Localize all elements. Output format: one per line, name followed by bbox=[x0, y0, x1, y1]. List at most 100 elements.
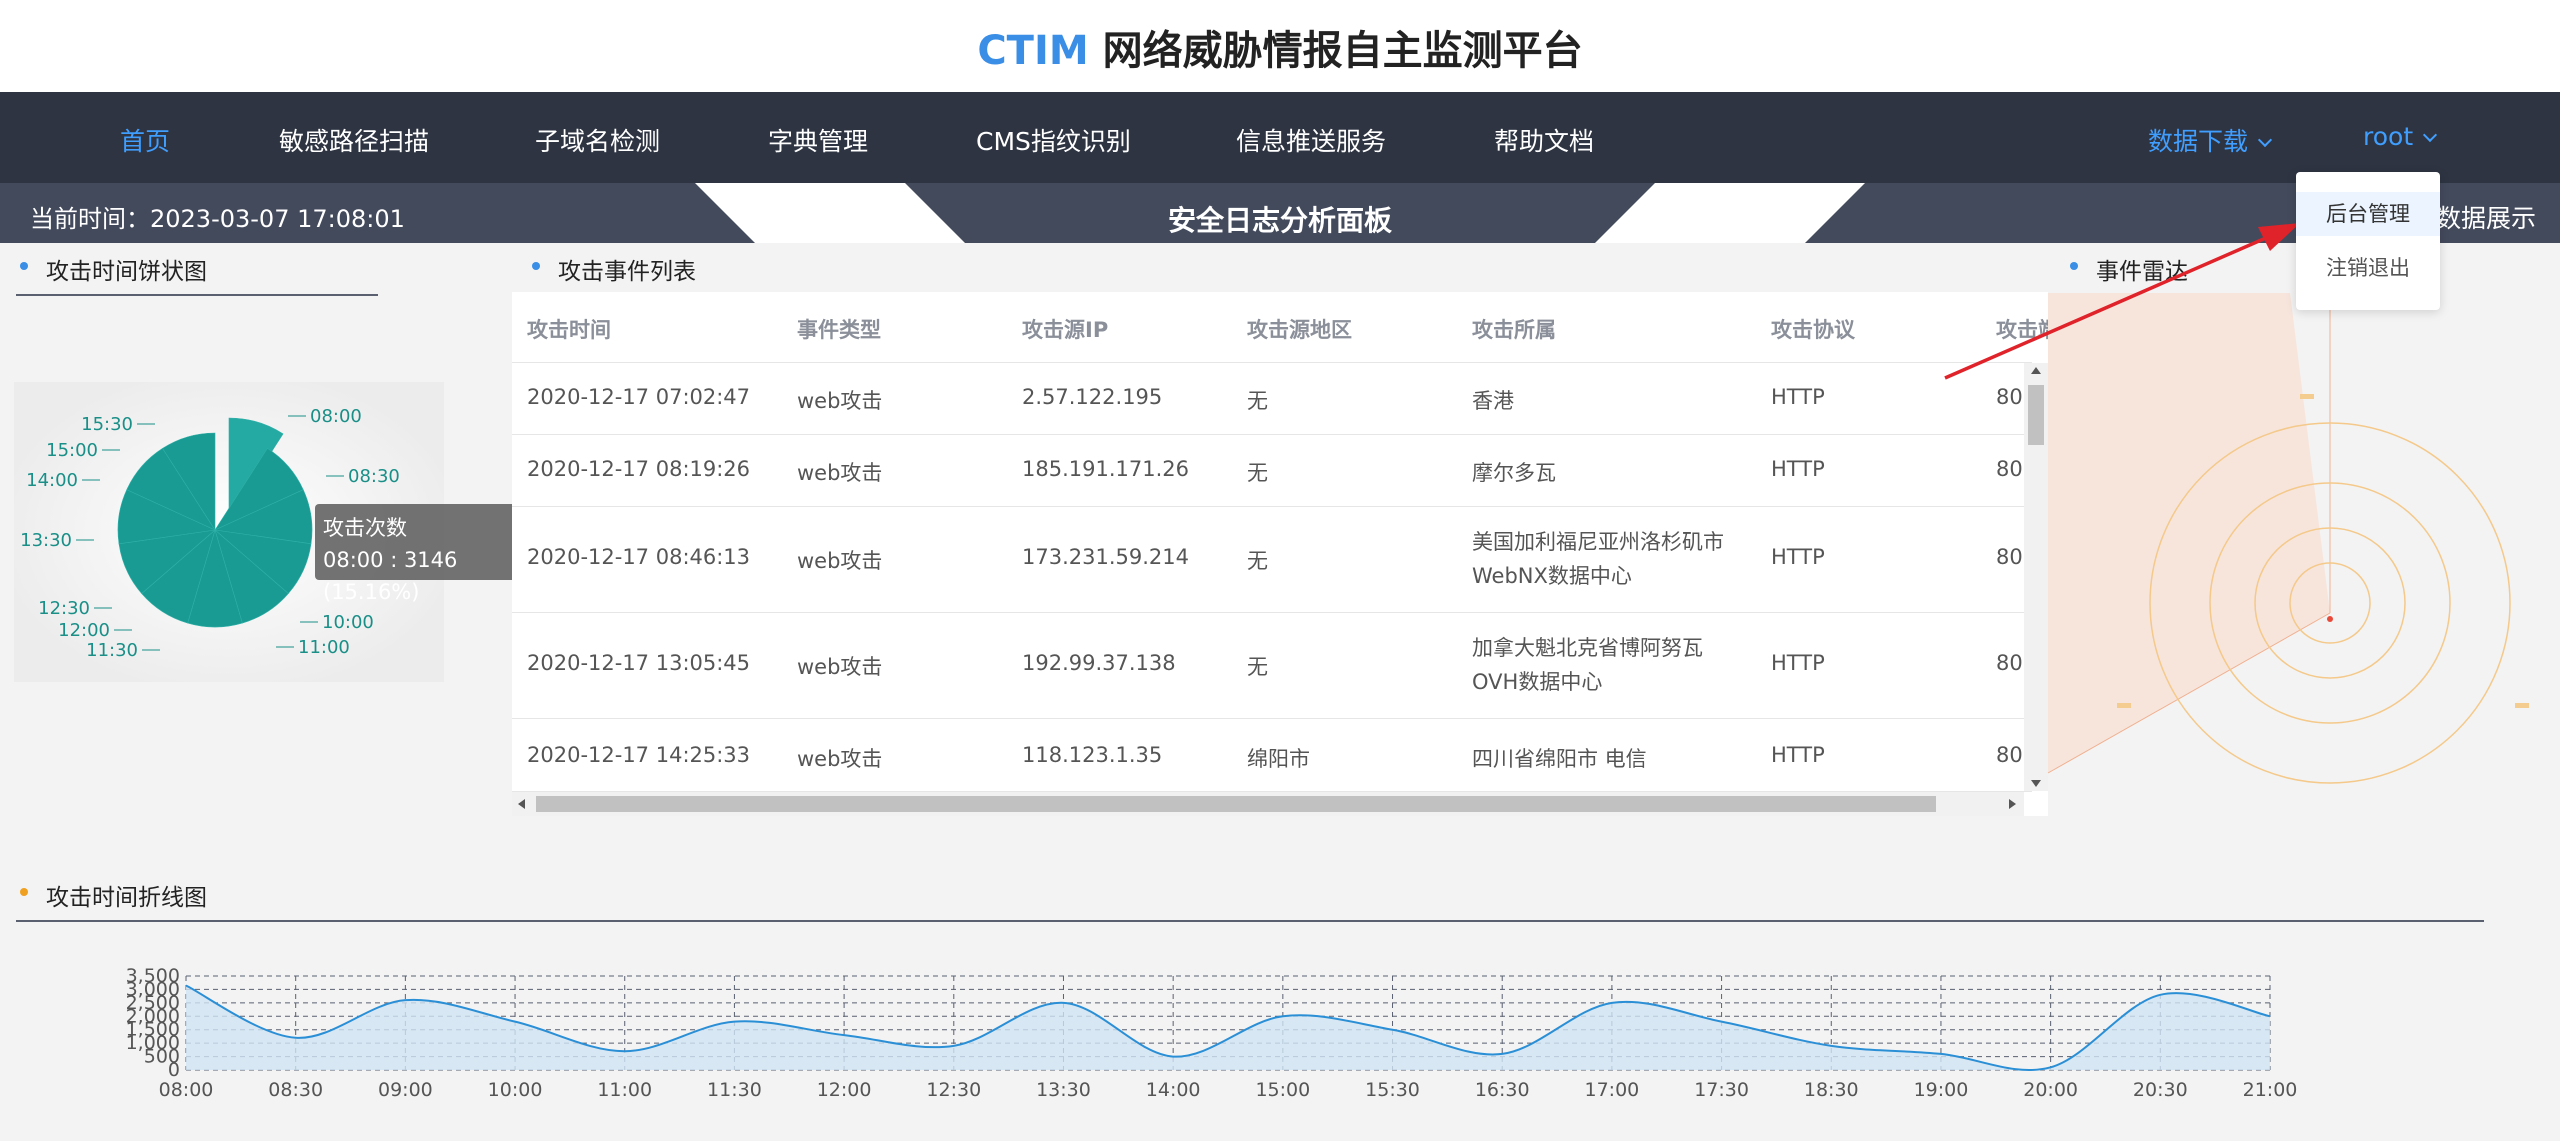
table-horizontal-scrollbar[interactable] bbox=[512, 792, 2024, 816]
table-row[interactable]: 2020-12-17 08:19:26 web攻击 185.191.171.26… bbox=[512, 435, 2032, 507]
col-header[interactable]: 攻击协议 bbox=[1771, 314, 1855, 344]
x-axis-ticks: 08:00 08:30 09:00 10:00 11:00 11:30 12:00 12:30… bbox=[159, 1079, 2298, 1101]
x-tick-label: 12:00 bbox=[817, 1079, 872, 1101]
bullet-dot bbox=[2070, 262, 2078, 270]
x-tick-label: 12:30 bbox=[926, 1079, 981, 1101]
line-chart: 3,5003,0002,5002,0001,5001,0005000 08:00… bbox=[126, 965, 2298, 1101]
cell: HTTP bbox=[1771, 545, 1825, 569]
cell: 2.57.122.195 bbox=[1022, 385, 1163, 409]
cell: 无 bbox=[1247, 549, 1268, 573]
pie-title-text: 攻击时间饼状图 bbox=[46, 259, 207, 285]
table-section-title: 攻击事件列表 bbox=[528, 252, 1746, 296]
bullet-dot bbox=[20, 262, 28, 270]
data-display-label[interactable]: 数据展示 bbox=[2436, 199, 2536, 235]
table-row[interactable]: 2020-12-17 08:46:13 web攻击 173.231.59.214… bbox=[512, 507, 2032, 613]
x-tick-label: 14:00 bbox=[1146, 1079, 1201, 1101]
col-header[interactable]: 事件类型 bbox=[797, 314, 881, 344]
nav-item-path-scan[interactable]: 敏感路径扫描 bbox=[279, 122, 429, 158]
cell: HTTP bbox=[1771, 651, 1825, 675]
x-tick-label: 08:00 bbox=[159, 1079, 214, 1101]
x-tick-label: 15:00 bbox=[1255, 1079, 1310, 1101]
x-tick-label: 17:30 bbox=[1694, 1079, 1749, 1101]
pie-label: 15:00 bbox=[46, 440, 98, 461]
table-header: 攻击时间 事件类型 攻击源IP 攻击源地区 攻击所属 攻击协议 攻击端 bbox=[512, 292, 2048, 363]
col-header[interactable]: 攻击时间 bbox=[527, 314, 611, 344]
panel-title: 安全日志分析面板 bbox=[1167, 204, 1392, 237]
pie-label: 12:00 bbox=[58, 620, 110, 641]
pie-section-title: 攻击时间饼状图 bbox=[16, 252, 378, 296]
cell: 四川省绵阳市 电信 bbox=[1472, 747, 1647, 771]
scroll-thumb[interactable] bbox=[536, 796, 1936, 812]
col-header[interactable]: 攻击源IP bbox=[1022, 314, 1108, 344]
bullet-dot bbox=[532, 262, 540, 270]
cell: web攻击 bbox=[797, 461, 883, 485]
x-tick-label: 21:00 bbox=[2243, 1079, 2298, 1101]
radar-center-dot bbox=[2327, 616, 2333, 622]
radar-blip bbox=[2117, 703, 2131, 708]
cell: 无 bbox=[1247, 389, 1268, 413]
col-header[interactable]: 攻击源地区 bbox=[1247, 314, 1352, 344]
sub-header: 当前时间：2023-03-07 17:08:01 安全日志分析面板 数据展示 bbox=[0, 183, 2560, 243]
tooltip-value: 08:00 : 3146 (15.16%) bbox=[323, 548, 458, 604]
x-tick-label: 08:30 bbox=[268, 1079, 323, 1101]
line-section-title: 攻击时间折线图 bbox=[16, 878, 2484, 922]
cell: 173.231.59.214 bbox=[1022, 545, 1189, 569]
cell: HTTP bbox=[1771, 457, 1825, 481]
cell: HTTP bbox=[1771, 385, 1825, 409]
cell: web攻击 bbox=[797, 655, 883, 679]
user-dropdown-menu: 后台管理 注销退出 bbox=[2296, 172, 2440, 310]
cell: 185.191.171.26 bbox=[1022, 457, 1189, 481]
menu-item-logout[interactable]: 注销退出 bbox=[2296, 246, 2440, 290]
x-tick-label: 20:30 bbox=[2133, 1079, 2188, 1101]
x-tick-label: 11:00 bbox=[597, 1079, 652, 1101]
page-title: CTIM 网络威胁情报自主监测平台 bbox=[0, 18, 2560, 76]
chevron-down-icon bbox=[2423, 127, 2438, 143]
title-bar: CTIM 网络威胁情报自主监测平台 bbox=[0, 0, 2560, 92]
cell: 美国加利福尼亚州洛杉矶市WebNX数据中心 bbox=[1472, 530, 1724, 588]
tooltip-title: 攻击次数 bbox=[323, 516, 407, 540]
nav-item-subdomain[interactable]: 子域名检测 bbox=[535, 122, 660, 158]
cell: 加拿大魁北克省博阿努瓦OVH数据中心 bbox=[1472, 636, 1703, 694]
pie-label: 10:00 bbox=[322, 612, 374, 633]
event-radar bbox=[2047, 293, 2529, 784]
cell: web攻击 bbox=[797, 747, 883, 771]
nav-item-cms[interactable]: CMS指纹识别 bbox=[976, 122, 1131, 158]
nav-item-push[interactable]: 信息推送服务 bbox=[1236, 122, 1386, 158]
x-tick-label: 17:00 bbox=[1585, 1079, 1640, 1101]
cell: 摩尔多瓦 bbox=[1472, 461, 1556, 485]
table-row[interactable]: 2020-12-17 13:05:45 web攻击 192.99.37.138 … bbox=[512, 613, 2032, 719]
user-label: root bbox=[2363, 122, 2414, 151]
pie-label: 11:00 bbox=[298, 637, 350, 658]
radar-blip bbox=[2300, 394, 2314, 399]
radar-sweep bbox=[2048, 293, 2330, 773]
table-row[interactable]: 2020-12-17 07:02:47 web攻击 2.57.122.195 无… bbox=[512, 363, 2032, 435]
cell: web攻击 bbox=[797, 549, 883, 573]
pie-label: 15:30 bbox=[81, 414, 133, 435]
cell: 2020-12-17 13:05:45 bbox=[527, 651, 751, 675]
download-label: 数据下载 bbox=[2148, 127, 2249, 156]
user-menu[interactable]: root bbox=[2363, 122, 2438, 151]
nav-item-dictionary[interactable]: 字典管理 bbox=[768, 122, 868, 158]
line-series bbox=[185, 984, 2271, 1072]
y-axis-ticks: 3,5003,0002,5002,0001,5001,0005000 bbox=[126, 965, 180, 1081]
pie-label: 08:30 bbox=[348, 466, 400, 487]
cell: 2020-12-17 08:19:26 bbox=[527, 457, 751, 481]
x-tick-label: 11:30 bbox=[707, 1079, 762, 1101]
download-menu[interactable]: 数据下载 bbox=[2148, 122, 2273, 158]
chevron-down-icon bbox=[2257, 132, 2273, 148]
x-tick-label: 10:00 bbox=[488, 1079, 543, 1101]
cell: 香港 bbox=[1472, 389, 1514, 413]
nav-item-home[interactable]: 首页 bbox=[120, 122, 170, 158]
x-tick-label: 20:00 bbox=[2023, 1079, 2078, 1101]
cell: 192.99.37.138 bbox=[1022, 651, 1176, 675]
pie-label: 12:30 bbox=[38, 598, 90, 619]
table-row[interactable]: 2020-12-17 14:25:33 web攻击 118.123.1.35 绵… bbox=[512, 719, 2032, 792]
line-title-text: 攻击时间折线图 bbox=[46, 885, 207, 911]
cell: 无 bbox=[1247, 655, 1268, 679]
scroll-left-icon[interactable] bbox=[518, 799, 525, 809]
nav-item-help[interactable]: 帮助文档 bbox=[1494, 122, 1594, 158]
col-header[interactable]: 攻击所属 bbox=[1472, 314, 1556, 344]
menu-item-admin[interactable]: 后台管理 bbox=[2296, 192, 2440, 236]
x-tick-label: 19:00 bbox=[1914, 1079, 1969, 1101]
y-tick-label: 0 bbox=[168, 1059, 180, 1081]
